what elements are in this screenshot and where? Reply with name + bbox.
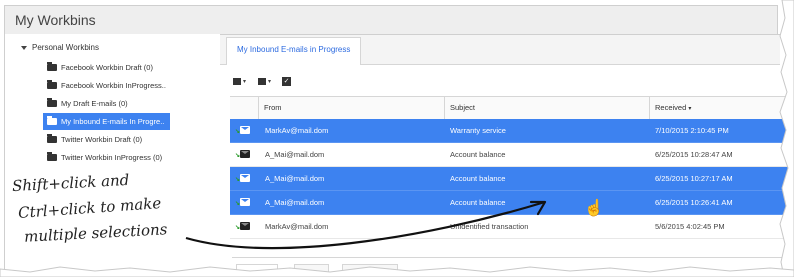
screenshot-frame: My Workbins Personal Workbins Facebook W… (0, 0, 794, 277)
annotation-arrow (185, 200, 547, 250)
torn-edge-bottom (0, 266, 794, 277)
hand-cursor-icon: ☝ (584, 200, 604, 217)
torn-edge-right (779, 0, 794, 277)
